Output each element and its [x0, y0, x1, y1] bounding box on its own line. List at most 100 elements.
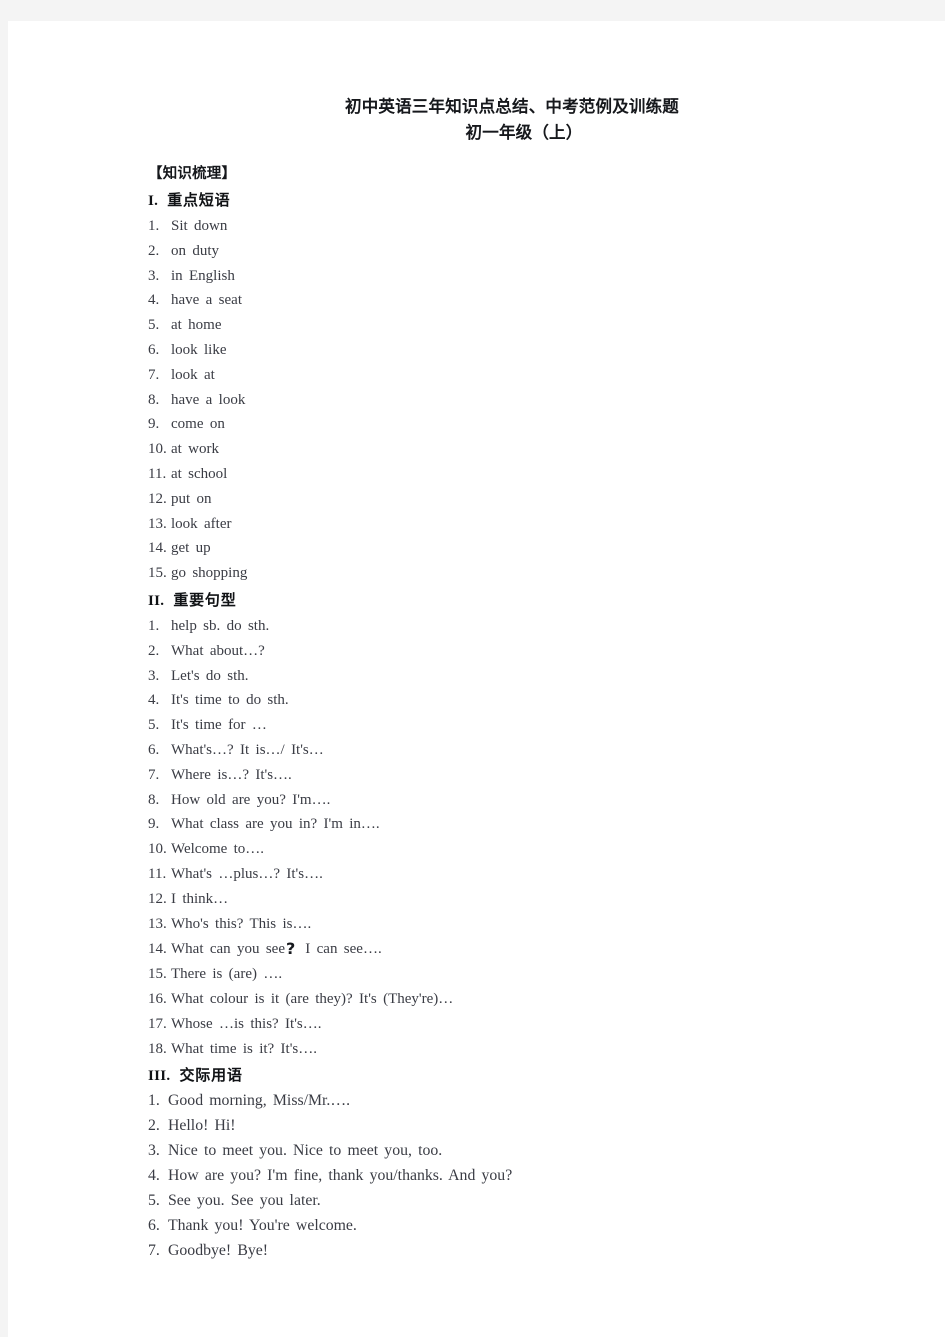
item-number: 14. [148, 540, 167, 557]
item-number: 3. [148, 267, 160, 284]
section-heading-communicative-expressions: III. 交际用语 [148, 1063, 848, 1089]
list-item: 15. go shopping [148, 561, 848, 586]
list-item: 15. There is (are) …. [148, 962, 848, 987]
item-text: Thank you! You're welcome. [168, 1216, 357, 1234]
item-number: 7. [148, 366, 160, 383]
item-number: 10. [148, 441, 167, 458]
item-text: put on [171, 490, 212, 507]
list-item: 9. come on [148, 412, 848, 437]
item-number: 4. [148, 1167, 160, 1185]
item-number: 6. [148, 341, 160, 358]
list-item: 10. Welcome to…. [148, 837, 848, 862]
list-item: 2. on duty [148, 239, 848, 264]
item-text: go shopping [171, 565, 248, 582]
item-number: 6. [148, 741, 160, 758]
item-text: See you. See you later. [168, 1191, 321, 1209]
item-number: 16. [148, 990, 167, 1007]
page-subtitle: 初一年级（上） [465, 123, 583, 142]
item-text: What's …plus…? It's…. [171, 865, 323, 882]
item-text: Whose …is this? It's…. [171, 1015, 322, 1032]
item-text: look like [171, 341, 227, 358]
item-number: 5. [148, 1191, 160, 1209]
item-text: How old are you? I'm…. [171, 791, 331, 808]
item-text: I think… [171, 890, 229, 907]
item-number: 15. [148, 966, 167, 983]
list-item: 5. It's time for … [148, 713, 848, 738]
list-item: 8. have a look [148, 388, 848, 413]
item-number: 6. [148, 1216, 160, 1234]
item-text: Hello! Hi! [168, 1117, 236, 1135]
list-item: 6. look like [148, 338, 848, 363]
item-text: help sb. do sth. [171, 617, 270, 634]
item-number: 12. [148, 490, 167, 507]
list-item: 4. It's time to do sth. [148, 688, 848, 713]
item-text: at work [171, 441, 220, 458]
list-item: 16. What colour is it (are they)? It's (T… [148, 987, 848, 1012]
item-number: 9. [148, 816, 160, 833]
page-title: 初中英语三年知识点总结、中考范例及训练题 [345, 97, 679, 116]
item-number: 9. [148, 416, 160, 433]
knowledge-review-heading: 【知识梳理】 [148, 166, 237, 182]
list-item: 1. help sb. do sth. [148, 614, 848, 639]
sentence-patterns-list: 1. help sb. do sth. 2. What about…? 3. Let'… [148, 614, 848, 1061]
section-label: 交际用语 [179, 1066, 243, 1085]
list-item: 12. I think… [148, 887, 848, 912]
item-text: There is (are) …. [171, 966, 283, 983]
key-phrases-list: 1. Sit down 2. on duty 3. in English 4. have… [148, 214, 848, 586]
item-text: Let's do sth. [171, 667, 249, 684]
item-text: It's time to do sth. [171, 692, 289, 709]
communicative-expressions-list: 1. Good morning, Miss/Mr.…. 2. Hello! Hi! … [148, 1089, 848, 1263]
list-item: 6. Thank you! You're welcome. [148, 1214, 848, 1239]
list-item: 18. What time is it? It's…. [148, 1037, 848, 1062]
item-number: 1. [148, 218, 160, 234]
list-item: 2. What about…? [148, 639, 848, 664]
item-number: 2. [148, 1117, 160, 1135]
item-text: It's time for … [171, 717, 267, 734]
item-text: Nice to meet you. Nice to meet you, too. [168, 1142, 443, 1160]
list-item: 13. Who's this? This is…. [148, 912, 848, 937]
item-number: 15. [148, 565, 167, 582]
section-numeral: I. [148, 193, 159, 209]
item-text: What can you see [171, 941, 286, 958]
list-item: 4. How are you? I'm fine, thank you/thank… [148, 1164, 848, 1189]
item-text: Good morning, Miss/Mr.…. [168, 1092, 351, 1110]
item-text: on duty [171, 242, 220, 259]
item-number: 4. [148, 292, 160, 309]
item-number: 7. [148, 766, 160, 783]
list-item: 14. What can you see? I can see…. [148, 936, 848, 962]
item-text: Where is…? It's…. [171, 766, 292, 783]
item-text: get up [171, 540, 211, 557]
item-text: have a seat [171, 292, 242, 309]
item-number: 17. [148, 1015, 167, 1032]
list-item: 1. Sit down [148, 214, 848, 239]
item-number: 2. [148, 242, 160, 259]
list-item: 5. See you. See you later. [148, 1189, 848, 1214]
item-number: 10. [148, 841, 167, 858]
item-text: at home [171, 317, 222, 334]
list-item: 8. How old are you? I'm…. [148, 788, 848, 813]
item-number: 1. [148, 1092, 160, 1110]
item-text: come on [171, 416, 225, 433]
list-item: 11. What's …plus…? It's…. [148, 862, 848, 887]
item-text: in English [171, 267, 235, 284]
list-item: 6. What's…? It is…/ It's… [148, 738, 848, 763]
list-item: 11. at school [148, 462, 848, 487]
section-label: 重要句型 [173, 590, 237, 609]
item-text: Welcome to…. [171, 841, 265, 858]
item-number: 7. [148, 1241, 160, 1259]
item-text: look after [171, 515, 232, 532]
list-item: 3. in English [148, 264, 848, 289]
item-text: Goodbye! Bye! [168, 1241, 269, 1259]
list-item: 3. Let's do sth. [148, 664, 848, 689]
list-item: 14. get up [148, 536, 848, 561]
list-item: 9. What class are you in? I'm in…. [148, 812, 848, 837]
item-number: 3. [148, 667, 160, 684]
item-text: Who's this? This is…. [171, 915, 312, 932]
section-heading-sentence-patterns: II. 重要句型 [148, 588, 848, 614]
item-number: 18. [148, 1040, 167, 1057]
list-item: 13. look after [148, 512, 848, 537]
item-number: 13. [148, 915, 167, 932]
item-number: 14. [148, 941, 167, 958]
list-item: 7. look at [148, 363, 848, 388]
item-text: How are you? I'm fine, thank you/thanks.… [168, 1167, 513, 1185]
